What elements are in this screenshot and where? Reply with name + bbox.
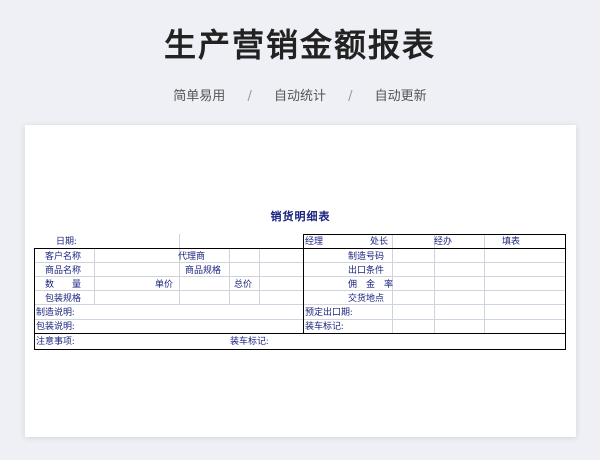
- loading-mark-label: 装车标记:: [305, 321, 344, 331]
- form-divider: [34, 333, 566, 334]
- mfg-note-label: 制造说明:: [36, 307, 75, 317]
- form-box: [34, 248, 566, 350]
- unit-price-label: 单价: [155, 279, 174, 289]
- tag-separator: /: [348, 89, 353, 104]
- agent-label: 代理商: [178, 251, 206, 261]
- spreadsheet-preview: 销货明细表 日期: 经理 处长 经办 填表 客户名称 代理商 制造号码 商品名称…: [25, 125, 576, 437]
- approval-filler: 填表: [502, 236, 521, 246]
- form-divider: [303, 248, 304, 333]
- total-price-label: 总价: [234, 279, 253, 289]
- export-terms-label: 出口条件: [348, 265, 385, 275]
- date-label: 日期:: [56, 236, 77, 246]
- loading-mark-label-2: 装车标记:: [230, 336, 269, 346]
- tag-auto-update: 自动更新: [374, 89, 427, 104]
- planned-export-label: 预定出口期:: [305, 307, 353, 317]
- tag-separator: /: [247, 89, 252, 104]
- approval-manager: 经理: [305, 236, 324, 246]
- tag-easy: 简单易用: [173, 89, 226, 104]
- product-name-label: 商品名称: [45, 265, 82, 275]
- approval-director: 处长: [370, 236, 389, 246]
- product-no-label: 制造号码: [348, 251, 385, 261]
- quantity-label: 数 量: [45, 279, 82, 289]
- page-title: 生产营销金额报表: [163, 26, 436, 64]
- tag-auto-stats: 自动统计: [273, 89, 326, 104]
- commission-label: 佣 金 率: [348, 279, 394, 289]
- feature-tags: 简单易用 / 自动统计 / 自动更新: [0, 85, 600, 104]
- sales-detail-form: 日期: 经理 处长 经办 填表 客户名称 代理商 制造号码 商品名称 商品规格 …: [34, 234, 566, 350]
- approval-handler: 经办: [434, 236, 453, 246]
- product-spec-label: 商品规格: [185, 265, 222, 275]
- notes-label: 注意事项:: [36, 336, 75, 346]
- delivery-place-label: 交货地点: [348, 293, 385, 303]
- document-title: 销货明细表: [270, 210, 331, 223]
- customer-label: 客户名称: [45, 251, 82, 261]
- packaging-spec-label: 包装规格: [45, 293, 82, 303]
- packaging-note-label: 包装说明:: [36, 321, 75, 331]
